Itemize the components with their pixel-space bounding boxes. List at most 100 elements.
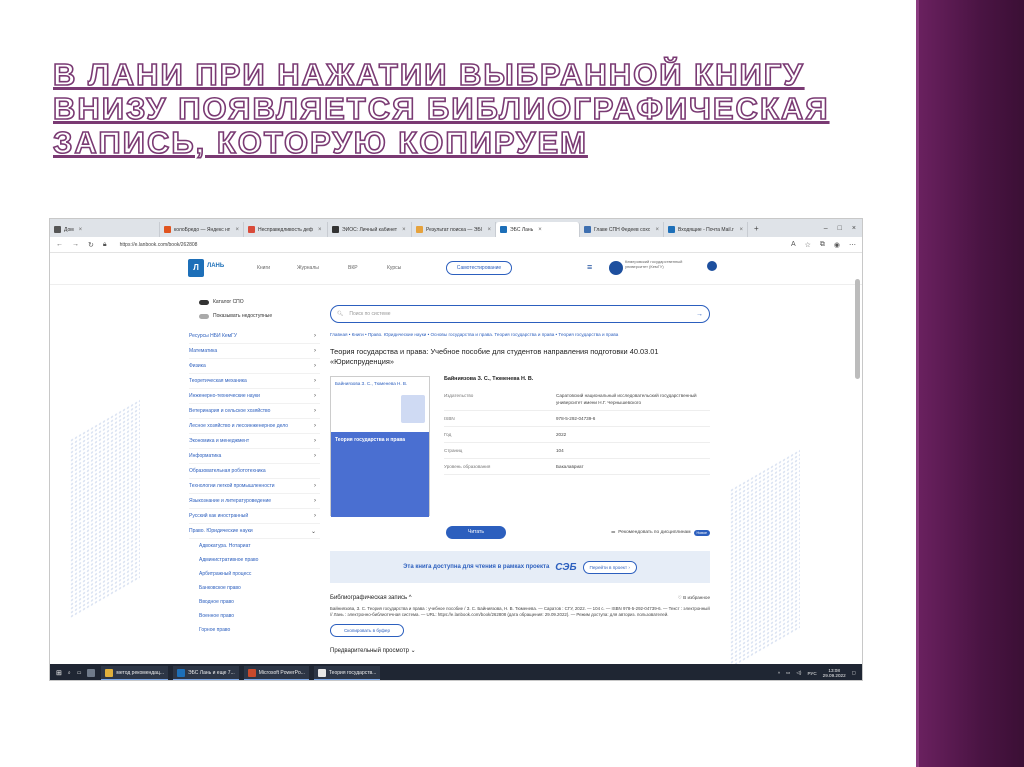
toggle-switch-icon[interactable]: [199, 313, 209, 319]
browser-tab[interactable]: ЭБС Лань ×: [496, 222, 580, 237]
recommend-link[interactable]: ⚌ Рекомендовать по дисциплинам Новое: [611, 529, 710, 536]
browser-tab[interactable]: Главе СПН Федеев сохо ×: [580, 222, 664, 237]
network-icon[interactable]: ▭: [786, 670, 790, 676]
search-submit-icon[interactable]: →: [696, 311, 703, 318]
sidebar-subcategory[interactable]: Арбитражный процесс: [189, 567, 320, 581]
tab-close-icon[interactable]: ×: [487, 227, 491, 233]
sidebar-category[interactable]: Экономика и менеджмент ›: [189, 434, 320, 449]
nav-books[interactable]: Книги: [257, 265, 270, 271]
sidebar-category[interactable]: Физика ›: [189, 359, 320, 374]
preview-toggle[interactable]: Предварительный просмотр ⌄: [330, 647, 710, 654]
nav-journals[interactable]: Журналы: [297, 265, 319, 271]
favorite-button[interactable]: ♡ В избранное: [678, 595, 710, 601]
book-cover[interactable]: Байниязова З. С., Тюменева Н. В. Теория …: [330, 376, 430, 517]
volume-icon[interactable]: ◁): [796, 670, 801, 676]
sidebar-subcategory[interactable]: Вводное право: [189, 595, 320, 609]
detail-row: Издательство Саратовский национальный исс…: [444, 388, 710, 411]
read-aloud-icon[interactable]: A: [791, 241, 796, 249]
bibliography-heading[interactable]: Библиографическая запись ^: [330, 595, 412, 601]
ebs-project-button[interactable]: Перейти в проект ›: [582, 560, 637, 574]
sidebar-category[interactable]: Русский как иностранный ›: [189, 509, 320, 524]
sidebar-category[interactable]: Образовательная робототехника: [189, 464, 320, 479]
sidebar-subcategory[interactable]: Адвокатура. Нотариат: [189, 539, 320, 553]
favorite-star-icon[interactable]: ☆: [805, 241, 811, 249]
tab-favicon-icon: [416, 226, 423, 233]
sidebar-category[interactable]: Технологии легкой промышленности ›: [189, 479, 320, 494]
browser-tab[interactable]: колоБредо — Яндекс нп ×: [160, 222, 244, 237]
tab-close-icon[interactable]: ×: [538, 227, 542, 233]
sidebar-subcategory[interactable]: Горное право: [189, 623, 320, 637]
browser-tab[interactable]: ЭИОС: Личный кабинет ×: [328, 222, 412, 237]
taskbar-search-icon[interactable]: ⌕: [68, 670, 71, 676]
windows-start-icon[interactable]: ⊞: [56, 669, 62, 677]
lan-logo-icon[interactable]: Л: [188, 259, 204, 277]
url-field[interactable]: https://e.lanbook.com/book/262808: [120, 242, 198, 248]
sidebar-category[interactable]: Инженерно-технические науки ›: [189, 389, 320, 404]
sidebar-category[interactable]: Ветеринария и сельское хозяйство ›: [189, 404, 320, 419]
sidebar-subcategory[interactable]: Административное право: [189, 553, 320, 567]
tab-close-icon[interactable]: ×: [318, 227, 322, 233]
sidebar-category[interactable]: Лесное хозяйство и лесоинженерное дело ›: [189, 419, 320, 434]
maximize-icon[interactable]: □: [838, 225, 842, 232]
sidebar-toggle[interactable]: Каталог СПО: [189, 295, 320, 309]
sidebar-category[interactable]: Математика ›: [189, 344, 320, 359]
collections-icon[interactable]: ⧉: [820, 241, 825, 249]
sidebar-category[interactable]: Право. Юридические науки ⌄: [189, 524, 320, 539]
sidebar-category[interactable]: Ресурсы НБИ КемГУ ›: [189, 329, 320, 344]
page-scrollbar[interactable]: [855, 279, 860, 379]
category-label: Право. Юридические науки: [189, 528, 253, 534]
tab-close-icon[interactable]: ×: [739, 227, 743, 233]
browser-tab[interactable]: Дом ×: [50, 222, 160, 237]
self-test-button[interactable]: Самотестирование: [446, 261, 512, 275]
breadcrumb[interactable]: Главная • Книги • Право. Юридические нау…: [330, 331, 710, 338]
language-indicator[interactable]: РУС: [807, 671, 816, 676]
book-authors[interactable]: Байниязова З. С., Тюменева Н. В.: [444, 376, 710, 382]
back-icon[interactable]: ←: [56, 241, 63, 248]
category-label: Физика: [189, 363, 206, 369]
browser-tab[interactable]: Результат поиска — ЭБС ×: [412, 222, 496, 237]
sidebar-subcategory[interactable]: Банковское право: [189, 581, 320, 595]
bibliography-record[interactable]: Байниязова, З. С. Теория государства и п…: [330, 606, 710, 618]
copy-to-clipboard-button[interactable]: Скопировать в буфер: [330, 624, 404, 637]
sidebar-category[interactable]: Информатика ›: [189, 449, 320, 464]
tab-close-icon[interactable]: ×: [79, 227, 83, 233]
tab-close-icon[interactable]: ×: [655, 227, 659, 233]
new-tab-icon[interactable]: +: [754, 224, 759, 233]
detail-key: Год: [444, 432, 452, 437]
close-icon[interactable]: ×: [852, 225, 856, 232]
nav-courses[interactable]: Курсы: [387, 265, 401, 271]
search-bar[interactable]: 🔍︎ Поиск по системе →: [330, 305, 710, 323]
site-logo-text[interactable]: ЛАНЬ: [207, 263, 224, 269]
explorer-icon[interactable]: [87, 669, 96, 677]
sidebar-category[interactable]: Языкознание и литературоведение ›: [189, 494, 320, 509]
search-input[interactable]: Поиск по системе: [349, 311, 390, 317]
more-icon[interactable]: ⋯: [849, 241, 856, 249]
category-label: Технологии легкой промышленности: [189, 483, 275, 489]
chevron-icon: ›: [314, 483, 316, 489]
nav-vkr[interactable]: ВКР: [348, 265, 358, 271]
reload-icon[interactable]: ↻: [88, 241, 94, 249]
task-view-icon[interactable]: ▭: [77, 670, 82, 676]
sidebar-toggle[interactable]: Показывать недоступные: [189, 309, 320, 323]
clock-date: 29.09.2022: [822, 673, 846, 678]
browser-tab[interactable]: Несправедливость деф ×: [244, 222, 328, 237]
taskbar-app[interactable]: метод рекомендац...: [101, 666, 168, 680]
clock[interactable]: 13:08 29.09.2022: [823, 668, 846, 678]
sidebar-subcategory[interactable]: Военное право: [189, 609, 320, 623]
taskbar-app[interactable]: ЭБС Лань и еще 7...: [172, 666, 239, 680]
tab-close-icon[interactable]: ×: [235, 227, 239, 233]
notifications-icon[interactable]: ▢: [852, 670, 856, 676]
tray-chevron-icon[interactable]: ^: [778, 671, 780, 676]
forward-icon[interactable]: →: [72, 241, 79, 248]
browser-tab[interactable]: Входящие - Почта Mail.ru ×: [664, 222, 748, 237]
taskbar-app[interactable]: Microsoft PowerPo...: [243, 666, 309, 680]
profile-icon[interactable]: ◉: [834, 241, 840, 249]
user-icon[interactable]: [707, 261, 717, 271]
minimize-icon[interactable]: –: [824, 225, 828, 232]
taskbar-app[interactable]: Теория государств...: [313, 666, 381, 680]
toggle-switch-icon[interactable]: [199, 299, 209, 305]
menu-icon[interactable]: ≡: [587, 262, 592, 272]
sidebar-category[interactable]: Теоретическая механика ›: [189, 374, 320, 389]
read-button[interactable]: Читать: [446, 526, 506, 539]
tab-close-icon[interactable]: ×: [402, 227, 406, 233]
